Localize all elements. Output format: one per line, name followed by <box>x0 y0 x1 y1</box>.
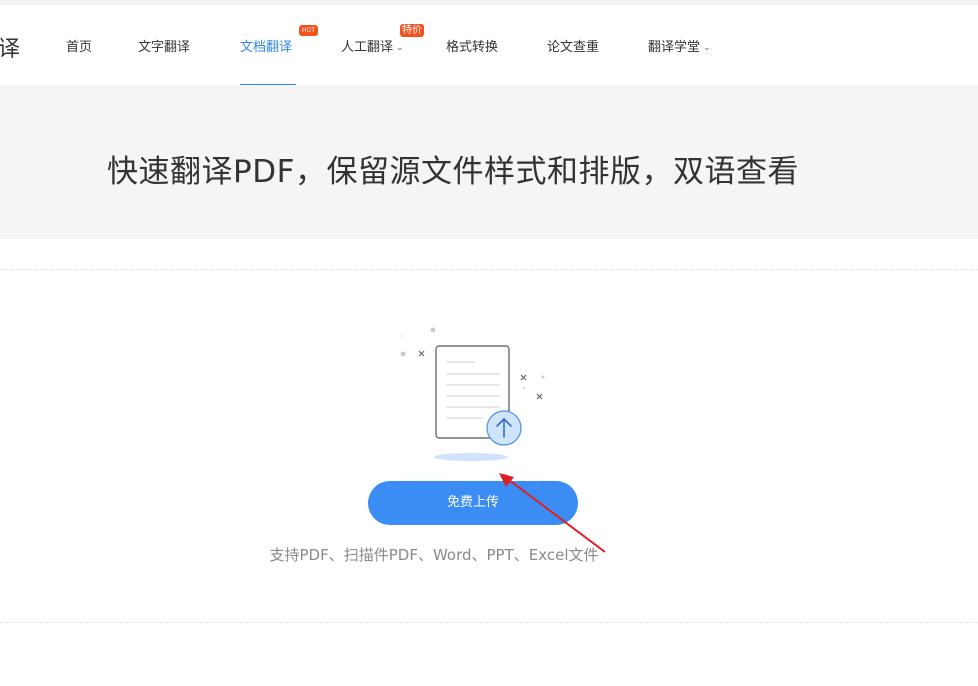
nav-human-translate-label: 人工翻译 <box>341 40 394 55</box>
nav-translation-school[interactable]: 翻译学堂 ⌄ <box>648 36 711 55</box>
header: 译 首页 文字翻译 文档翻译 HOT 人工翻译 ⌄ 特价 格式转换 论文查重 翻译… <box>0 5 978 86</box>
upload-button[interactable]: 免费上传 <box>368 481 578 525</box>
divider <box>0 622 978 623</box>
page-title: 快速翻译PDF，保留源文件样式和排版，双语查看 <box>107 154 799 190</box>
nav-text-translate[interactable]: 文字翻译 <box>138 36 190 55</box>
nav-plagiarism-check[interactable]: 论文查重 <box>547 36 599 55</box>
chevron-down-icon: ⌄ <box>396 43 404 53</box>
hot-badge: HOT <box>299 25 318 36</box>
nav-home[interactable]: 首页 <box>66 36 92 55</box>
logo[interactable]: 译 <box>0 31 20 63</box>
nav-translation-school-label: 翻译学堂 <box>648 40 701 55</box>
nav-document-translate[interactable]: 文档翻译 <box>240 36 292 55</box>
document-upload-icon[interactable] <box>390 322 560 467</box>
chevron-down-icon: ⌄ <box>703 43 711 53</box>
nav-format-convert[interactable]: 格式转换 <box>446 36 498 55</box>
sale-badge: 特价 <box>400 24 424 37</box>
supported-formats-text: 支持PDF、扫描件PDF、Word、PPT、Excel文件 <box>269 546 599 564</box>
banner: 快速翻译PDF，保留源文件样式和排版，双语查看 <box>0 85 978 239</box>
nav-human-translate[interactable]: 人工翻译 ⌄ <box>341 36 404 55</box>
divider <box>0 269 978 270</box>
